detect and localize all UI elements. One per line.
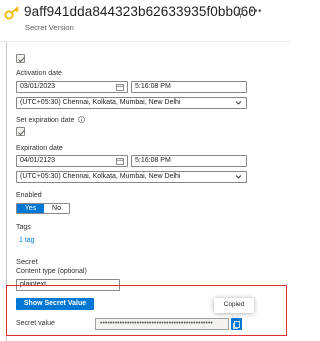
- key-icon: [4, 6, 19, 20]
- activation-time-value: 5:16:08 PM: [135, 83, 171, 90]
- expiration-time-value: 5:16:08 PM: [135, 157, 171, 164]
- checkbox-set-expiration[interactable]: [16, 127, 25, 136]
- copied-tooltip: Copied: [214, 298, 254, 313]
- checkmark-icon: [18, 129, 25, 136]
- chevron-down-icon: [235, 175, 242, 179]
- activation-date-label: Activation date: [16, 70, 62, 77]
- info-icon[interactable]: [78, 116, 86, 123]
- expiration-timezone-value: (UTC+05:30) Chennai, Kolkata, Mumbai, Ne…: [20, 173, 181, 180]
- copy-to-clipboard-button[interactable]: [231, 318, 242, 330]
- set-expiration-text: Set expiration date: [16, 117, 75, 124]
- expiration-date-label: Expiration date: [16, 145, 63, 152]
- enabled-no-option[interactable]: No: [44, 204, 69, 213]
- secret-masked-value: ••••••••••••••••••••••••••••••••••••••••…: [100, 320, 213, 327]
- activation-date-input[interactable]: 03/01/2023: [16, 81, 128, 93]
- page-title: 9aff941dda844323b62633935f0bb060: [24, 4, 256, 19]
- chevron-down-icon: [235, 101, 242, 105]
- enabled-yes-option[interactable]: Yes: [17, 204, 44, 213]
- content-type-label: Content type (optional): [16, 268, 87, 275]
- more-options-icon[interactable]: •••: [250, 6, 262, 17]
- set-expiration-label: Set expiration date: [16, 116, 86, 124]
- activation-timezone-select[interactable]: (UTC+05:30) Chennai, Kolkata, Mumbai, Ne…: [16, 97, 247, 109]
- page-subtitle: Secret Version: [25, 23, 74, 32]
- activation-time-input[interactable]: 5:16:08 PM: [131, 81, 247, 93]
- copy-icon: [233, 321, 240, 329]
- tags-link[interactable]: 1 tag: [19, 237, 35, 244]
- calendar-icon[interactable]: [116, 157, 124, 165]
- blade-header: 9aff941dda844323b62633935f0bb060 Secret …: [0, 0, 290, 40]
- secret-heading: Secret: [16, 257, 38, 266]
- enabled-toggle[interactable]: Yes No: [16, 203, 70, 214]
- activation-timezone-value: (UTC+05:30) Chennai, Kolkata, Mumbai, Ne…: [20, 99, 181, 106]
- secret-value-field: ••••••••••••••••••••••••••••••••••••••••…: [95, 318, 229, 330]
- checkbox-activation[interactable]: [16, 54, 25, 63]
- secret-value-label: Secret value: [16, 320, 55, 327]
- activation-date-value: 03/01/2023: [20, 83, 56, 90]
- pin-icon[interactable]: [235, 8, 246, 19]
- show-secret-value-button[interactable]: Show Secret Value: [16, 298, 94, 310]
- header-divider: [0, 41, 290, 42]
- tags-label: Tags: [16, 224, 31, 231]
- expiration-date-value: 04/01/2123: [20, 157, 56, 164]
- enabled-label: Enabled: [16, 192, 42, 199]
- expiration-timezone-select[interactable]: (UTC+05:30) Chennai, Kolkata, Mumbai, Ne…: [16, 171, 247, 183]
- calendar-icon[interactable]: [116, 83, 124, 91]
- expiration-date-input[interactable]: 04/01/2123: [16, 155, 128, 167]
- checkmark-icon: [18, 56, 25, 63]
- expiration-time-input[interactable]: 5:16:08 PM: [131, 155, 247, 167]
